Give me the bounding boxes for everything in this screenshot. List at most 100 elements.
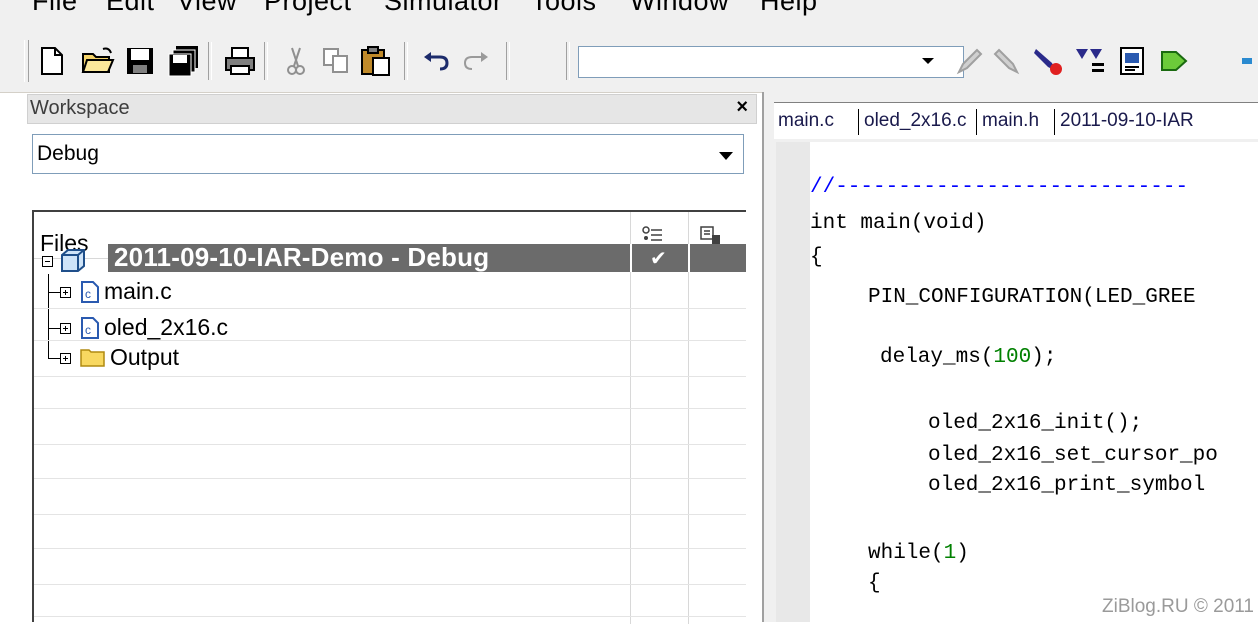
tab-separator — [858, 109, 859, 135]
workspace-cube-icon — [61, 249, 85, 272]
tree-connector — [48, 358, 60, 359]
bookmark-right-icon — [993, 48, 1020, 75]
code-line: oled_2x16_print_symbol — [928, 474, 1206, 497]
menu-edit[interactable]: Edit — [106, 0, 155, 17]
toolbar-separator — [264, 42, 268, 80]
find-combo[interactable] — [578, 46, 964, 78]
print-button[interactable] — [222, 43, 258, 79]
expand-oled-c-icon[interactable] — [60, 323, 71, 334]
chevron-down-icon — [719, 152, 733, 160]
collapse-project-icon[interactable] — [42, 256, 53, 267]
menu-view[interactable]: View — [177, 0, 237, 17]
menu-project[interactable]: Project — [264, 0, 352, 17]
watermark: ZiBlog.RU © 2011 — [1102, 596, 1254, 617]
editor-gutter[interactable] — [776, 142, 811, 622]
tab-separator — [976, 109, 977, 135]
redo-icon — [463, 52, 488, 70]
project-node[interactable]: 2011-09-10-IAR-Demo - Debug ✔ — [108, 242, 746, 272]
code-line: while(1) — [868, 542, 969, 565]
expand-output-icon[interactable] — [60, 353, 71, 364]
code-number: 1 — [943, 542, 957, 565]
row-divider — [34, 444, 746, 445]
menu-bar: File Edit View Project Simulator Tools W… — [0, 0, 1258, 30]
cut-button[interactable] — [278, 43, 314, 79]
code-line: PIN_CONFIGURATION(LED_GREE — [868, 286, 1196, 309]
column-divider — [688, 212, 689, 624]
editor-tab-bar: main.c oled_2x16.c main.h 2011-09-10-IAR — [774, 102, 1258, 139]
row-divider — [34, 308, 746, 309]
make-button[interactable] — [1072, 43, 1108, 79]
svg-text:c: c — [85, 287, 91, 301]
tab-project[interactable]: 2011-09-10-IAR — [1060, 103, 1194, 139]
toolbar-separator — [404, 42, 408, 80]
tree-item-main-c[interactable]: main.c — [104, 278, 172, 305]
menu-file[interactable]: File — [32, 0, 78, 17]
save-all-button[interactable] — [166, 43, 202, 79]
toolbar-grip[interactable] — [24, 40, 29, 82]
menu-simulator[interactable]: Simulator — [384, 0, 503, 17]
compile-icon — [1120, 47, 1144, 75]
stop-icon — [1242, 58, 1252, 64]
new-file-button[interactable] — [34, 43, 70, 79]
menu-window[interactable]: Window — [630, 0, 729, 17]
expand-main-c-icon[interactable] — [60, 287, 71, 298]
tree-item-output[interactable]: Output — [110, 344, 179, 371]
file-tree[interactable]: Files 2011-09-10-IAR-Demo - Debug ✔ c ma… — [32, 210, 746, 624]
stop-debug-button[interactable] — [1232, 43, 1258, 79]
close-icon[interactable]: × — [736, 96, 748, 119]
code-token: while( — [868, 542, 944, 565]
redo-button[interactable] — [458, 43, 494, 79]
code-token: delay_ms( — [880, 346, 994, 369]
code-editor[interactable]: //---------------------------- int main(… — [810, 142, 1258, 622]
tree-item-oled-c[interactable]: oled_2x16.c — [104, 314, 228, 341]
next-bookmark-button[interactable] — [990, 43, 1026, 79]
row-divider — [34, 340, 746, 341]
paste-button[interactable] — [358, 43, 394, 79]
row-divider — [34, 408, 746, 409]
debug-play-icon — [1161, 51, 1188, 71]
code-line: oled_2x16_set_cursor_po — [928, 444, 1218, 467]
code-line: { — [868, 572, 881, 595]
toggle-breakpoint-button[interactable] — [1030, 43, 1066, 79]
menu-tools[interactable]: Tools — [531, 0, 597, 17]
compile-button[interactable] — [1114, 43, 1150, 79]
menu-help[interactable]: Help — [760, 0, 818, 17]
copy-button[interactable] — [318, 43, 354, 79]
save-all-icon — [168, 46, 198, 77]
workspace-title: Workspace — [30, 97, 130, 119]
row-divider — [34, 548, 746, 549]
toolbar-separator — [566, 42, 570, 80]
tab-separator — [1054, 109, 1055, 135]
toolbar — [0, 30, 1258, 93]
tree-connector — [48, 292, 60, 293]
save-button[interactable] — [122, 43, 158, 79]
tab-oled-c[interactable]: oled_2x16.c — [864, 103, 966, 139]
code-line: delay_ms(100); — [880, 346, 1056, 369]
workspace-title-bar: Workspace × — [27, 94, 757, 124]
toolbar-separator — [208, 42, 212, 80]
paste-icon — [361, 46, 390, 76]
debug-button[interactable] — [1156, 43, 1192, 79]
c-file-icon: c — [81, 317, 99, 339]
copy-icon — [323, 48, 348, 73]
row-divider — [34, 478, 746, 479]
undo-button[interactable] — [418, 43, 454, 79]
tab-main-c[interactable]: main.c — [778, 103, 834, 139]
find-combo-dropdown[interactable] — [910, 43, 946, 79]
code-token: ) — [956, 542, 969, 565]
toggle-bookmark-button[interactable] — [950, 43, 986, 79]
configuration-value: Debug — [37, 142, 99, 165]
chevron-down-icon — [922, 58, 934, 64]
tab-main-h[interactable]: main.h — [982, 103, 1039, 139]
svg-text:c: c — [85, 323, 91, 337]
column-divider — [630, 212, 631, 624]
code-line: //---------------------------- — [810, 176, 1189, 199]
new-file-icon — [41, 47, 63, 75]
c-file-icon: c — [81, 281, 99, 303]
tree-connector — [48, 274, 49, 358]
make-icon — [1076, 49, 1104, 72]
printer-icon — [225, 47, 255, 75]
open-file-button[interactable] — [80, 43, 116, 79]
configuration-select[interactable]: Debug — [32, 134, 744, 174]
row-divider — [34, 376, 746, 377]
